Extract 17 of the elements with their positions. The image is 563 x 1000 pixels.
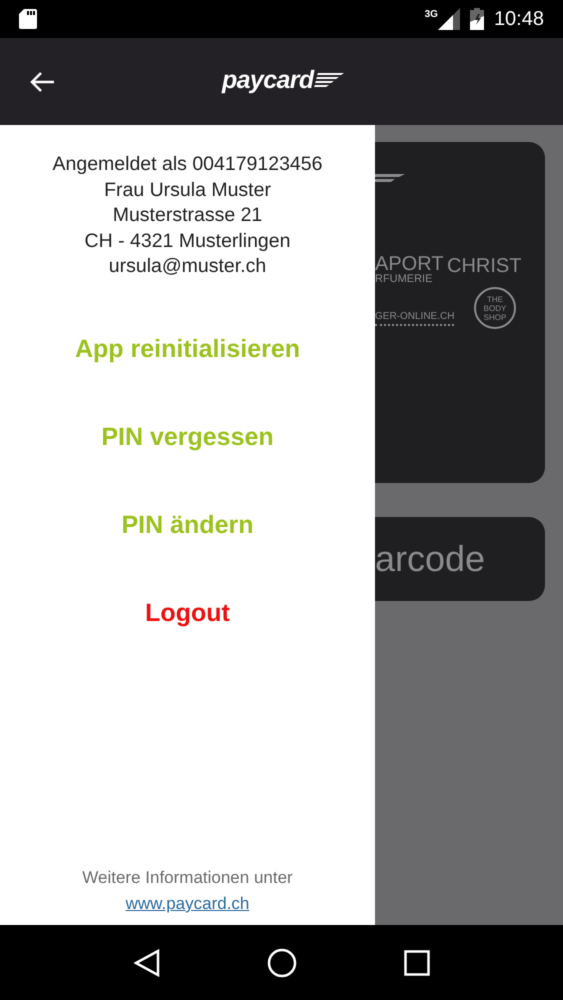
account-info-line: Angemeldet als 004179123456	[52, 152, 322, 177]
account-info-line: CH - 4321 Musterlingen	[84, 228, 290, 254]
menu-item[interactable]: Logout	[145, 590, 230, 636]
brand-logo: GER-ONLINE.CH	[375, 311, 454, 326]
clock: 10:48	[494, 7, 544, 32]
account-info-line: ursula@muster.ch	[108, 254, 266, 279]
brand-logo: THE BODY SHOP	[474, 287, 516, 329]
brand-logo: RFUMERIE	[375, 274, 432, 285]
footer-text: Weitere Informationen unter	[82, 867, 293, 889]
account-info-line: Musterstrasse 21	[112, 203, 262, 228]
brand-logo: CHRIST	[447, 255, 522, 277]
brand-logo: APORT	[375, 254, 444, 274]
barcode-button[interactable]: arcode	[375, 517, 545, 601]
paycard-logo: paycard	[222, 62, 344, 100]
account-info-line: Frau Ursula Muster	[104, 178, 271, 202]
website-link[interactable]: www.paycard.ch	[126, 891, 250, 917]
network-label: 3G	[424, 8, 438, 22]
